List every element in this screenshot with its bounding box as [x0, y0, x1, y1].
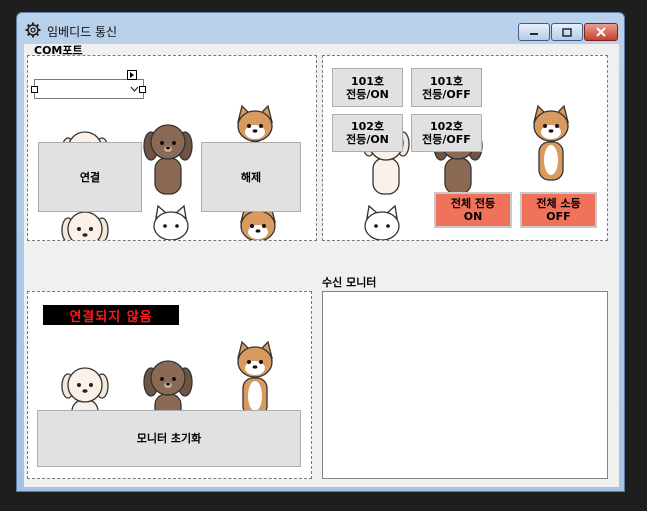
- room102-off-button[interactable]: 102호 전등/OFF: [411, 114, 482, 152]
- smart-tag-handle[interactable]: [127, 70, 137, 80]
- dog-image: [230, 340, 280, 420]
- all-lights-off-button[interactable]: 전체 소등 OFF: [520, 192, 597, 228]
- maximize-icon: [562, 27, 572, 37]
- connection-status-label: 연결되지 않음: [43, 305, 179, 325]
- all-lights-on-button[interactable]: 전체 전등 ON: [434, 192, 512, 228]
- light-control-group: 101호 전등/ON 101호 전등/OFF 102호 전등/ON 102호 전…: [322, 55, 608, 241]
- resize-handle[interactable]: [139, 86, 146, 93]
- maximize-button[interactable]: [551, 23, 583, 41]
- monitor-label: 수신 모니터: [322, 276, 377, 289]
- disconnect-button[interactable]: 해제: [201, 142, 301, 212]
- connect-button[interactable]: 연결: [38, 142, 142, 212]
- window-title: 임베디드 통신: [47, 25, 118, 39]
- dog-image: [143, 118, 193, 198]
- cat-image: [357, 204, 407, 241]
- client-area: COM포트 연결 해제 101호 전등/ON 101호 전등/OFF 102호 …: [24, 44, 619, 487]
- title-bar[interactable]: 임베디드 통신: [17, 13, 624, 43]
- main-window: 임베디드 통신 COM포트 연결 해제 101호 전등/ON 101호 전등/O…: [16, 12, 625, 492]
- room101-off-button[interactable]: 101호 전등/OFF: [411, 68, 482, 107]
- com-port-group: 연결 해제: [27, 55, 317, 241]
- dog-image: [526, 104, 576, 184]
- minimize-icon: [530, 33, 538, 35]
- receive-monitor-textbox[interactable]: [322, 291, 608, 479]
- arrow-right-icon: [130, 72, 134, 78]
- chevron-down-icon: [130, 86, 139, 92]
- com-port-combobox[interactable]: [34, 79, 144, 99]
- reset-monitor-button[interactable]: 모니터 초기화: [37, 410, 301, 467]
- room102-on-button[interactable]: 102호 전등/ON: [332, 114, 403, 152]
- resize-handle[interactable]: [31, 86, 38, 93]
- status-group: 연결되지 않음 모니터 초기화: [27, 291, 312, 479]
- room101-on-button[interactable]: 101호 전등/ON: [332, 68, 403, 107]
- gear-icon: [25, 22, 41, 38]
- minimize-button[interactable]: [518, 23, 550, 41]
- close-icon: [596, 27, 606, 37]
- close-button[interactable]: [584, 23, 618, 41]
- cat-image: [146, 204, 196, 241]
